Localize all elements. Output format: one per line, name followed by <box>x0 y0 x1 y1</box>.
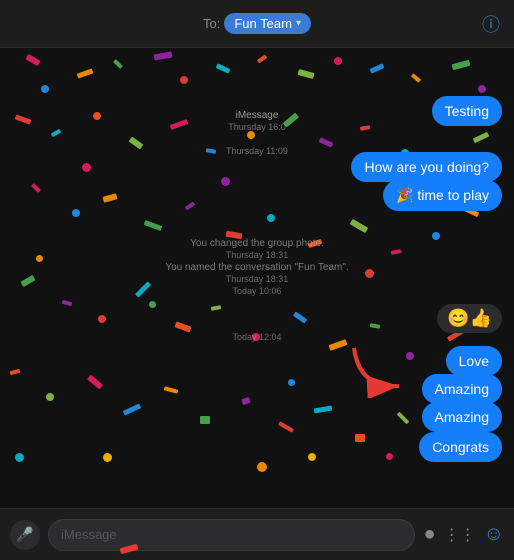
system-msg-today2: Today 12:04 <box>232 332 281 342</box>
info-icon[interactable]: ⓘ <box>482 11 500 37</box>
bubble-congrats: Congrats <box>419 432 502 462</box>
bubble-time-to-play: 🎉 time to play <box>383 180 502 211</box>
mic-icon: 🎤 <box>16 526 33 543</box>
photo-icon[interactable]: ● <box>423 523 435 546</box>
system-msg-photo-change: You changed the group photo. <box>190 238 324 249</box>
bubble-testing: Testing <box>432 96 502 126</box>
bubble-love: Love <box>446 346 502 376</box>
system-msg-thursday1: Thursday 16:0 <box>228 122 286 132</box>
recipient-name: Fun Team <box>234 16 292 31</box>
system-msg-thursday4: Thursday 18:31 <box>226 274 289 284</box>
system-msg-today1: Today 10:06 <box>232 286 281 296</box>
waveform-icon[interactable]: ⋮⋮ <box>444 525 476 545</box>
bubble-amazing2: Amazing <box>422 402 502 432</box>
bubble-emoji: 😊👍 <box>437 304 502 333</box>
app-window: To: Fun Team ▾ ⓘ iMessage Thursday 16:0 … <box>0 0 514 560</box>
red-arrow-icon <box>344 338 414 403</box>
to-label: To: <box>203 16 220 31</box>
mic-button[interactable]: 🎤 <box>10 520 40 550</box>
recipient-chip[interactable]: Fun Team ▾ <box>224 13 311 34</box>
input-placeholder: iMessage <box>61 527 117 542</box>
message-input[interactable]: iMessage <box>48 519 415 551</box>
bubble-amazing1: Amazing <box>422 374 502 404</box>
chat-area: iMessage Thursday 16:0 Thursday 11:09 Yo… <box>0 48 514 508</box>
system-msg-thursday2: Thursday 11:09 <box>226 146 288 156</box>
bottom-bar: 🎤 iMessage ● ⋮⋮ ☺ <box>0 508 514 560</box>
emoji-icon[interactable]: ☺ <box>484 523 504 546</box>
bubble-how-are-you: How are you doing? <box>351 152 502 182</box>
system-msg-named: You named the conversation "Fun Team". <box>165 262 348 273</box>
system-msg-imessage: iMessage <box>236 110 279 121</box>
bottom-icons: ● ⋮⋮ ☺ <box>423 523 504 546</box>
chevron-down-icon: ▾ <box>296 18 301 29</box>
header: To: Fun Team ▾ ⓘ <box>0 0 514 48</box>
system-msg-thursday3: Thursday 18:31 <box>226 250 289 260</box>
